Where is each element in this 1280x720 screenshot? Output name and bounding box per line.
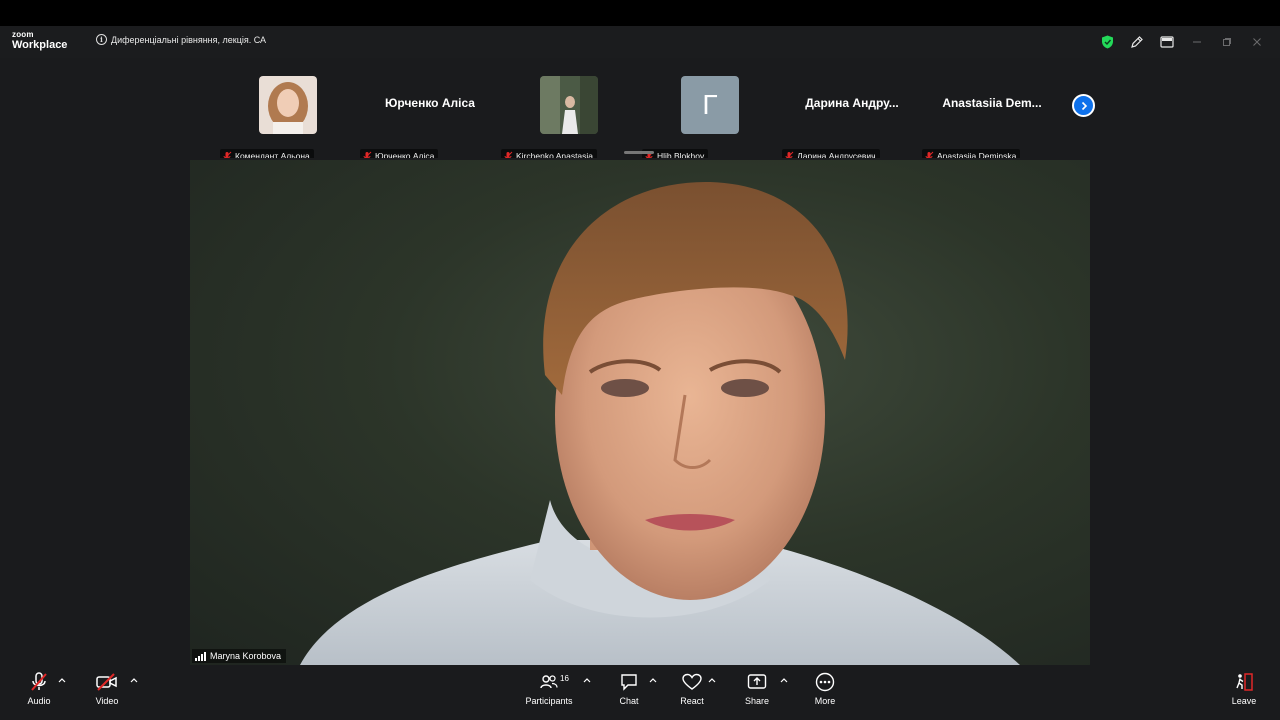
- chevron-right-icon: [1081, 101, 1087, 110]
- video-options-caret[interactable]: [129, 675, 139, 685]
- react-options-caret[interactable]: [707, 675, 717, 685]
- chat-button[interactable]: Chat: [614, 671, 644, 715]
- participant-strip: Комендант Альона Юрченко Аліса Юрченко А…: [0, 58, 1280, 163]
- video-stage: Maryna Korobova: [0, 158, 1280, 665]
- share-options-caret[interactable]: [779, 675, 789, 685]
- meeting-toolbar: Audio Video 16 Participants Chat React S…: [0, 665, 1280, 720]
- shield-icon: [1101, 35, 1113, 49]
- participant-photo: [259, 76, 317, 134]
- participants-options-caret[interactable]: [582, 675, 592, 685]
- info-icon: i: [96, 34, 107, 45]
- chevron-up-icon: [708, 678, 716, 683]
- chat-options-caret[interactable]: [648, 675, 658, 685]
- mic-muted-icon: [30, 671, 48, 693]
- minimize-icon: [1193, 41, 1201, 43]
- video-off-icon: [96, 671, 118, 693]
- meeting-info-button[interactable]: i Диференціальні рівняння, лекція. СА: [96, 34, 266, 45]
- chat-bubble-icon: [620, 671, 638, 693]
- chevron-up-icon: [583, 678, 591, 683]
- participant-tile[interactable]: Kirchenko Anastasia: [501, 76, 601, 163]
- brand-large: Workplace: [12, 39, 68, 51]
- audio-options-caret[interactable]: [57, 675, 67, 685]
- meeting-title: Диференціальні рівняння, лекція. СА: [111, 34, 267, 45]
- share-screen-icon: [747, 671, 767, 693]
- more-button[interactable]: More: [810, 671, 840, 715]
- chevron-up-icon: [649, 678, 657, 683]
- pencil-icon: [1131, 36, 1143, 48]
- leave-button[interactable]: Leave: [1228, 671, 1260, 715]
- participants-button[interactable]: 16 Participants: [522, 671, 576, 715]
- close-button[interactable]: [1242, 26, 1272, 58]
- title-bar: zoom Workplace i Диференціальні рівняння…: [0, 26, 1280, 58]
- chevron-up-icon: [58, 678, 66, 683]
- speaker-name: Maryna Korobova: [210, 651, 282, 661]
- participant-photo: [540, 76, 598, 134]
- participant-tile[interactable]: Anastasiia Dem... Anastasiia Deminska: [922, 76, 1042, 163]
- close-icon: [1253, 38, 1261, 46]
- grid-view-icon: [1160, 36, 1174, 48]
- audio-button[interactable]: Audio: [22, 671, 56, 715]
- participant-tile[interactable]: Г Hlib Blokhov: [642, 76, 742, 163]
- heart-icon: [682, 671, 702, 693]
- maximize-button[interactable]: [1212, 26, 1242, 58]
- brand-small: zoom: [12, 30, 34, 39]
- participants-icon: 16: [522, 671, 576, 693]
- letterbox-top: [0, 0, 1280, 26]
- strip-resize-handle[interactable]: [624, 151, 654, 154]
- minimize-button[interactable]: [1182, 26, 1212, 58]
- video-button[interactable]: Video: [90, 671, 124, 715]
- speaker-name-tag: Maryna Korobova: [192, 649, 287, 663]
- active-speaker-video: Maryna Korobova: [190, 160, 1090, 665]
- participant-name: Юрченко Аліса: [385, 96, 475, 110]
- chevron-up-icon: [780, 678, 788, 683]
- restore-icon: [1223, 38, 1231, 46]
- participant-name: Anastasiia Dem...: [942, 96, 1042, 110]
- participant-tile[interactable]: Дарина Андру... Дарина Андрусевич: [782, 76, 899, 163]
- participant-tile[interactable]: Юрченко Аліса Юрченко Аліса: [360, 76, 475, 163]
- speaker-video-frame: [300, 181, 1020, 665]
- annotate-button[interactable]: [1122, 26, 1152, 58]
- more-dots-icon: [815, 671, 835, 693]
- connection-signal-icon: [195, 651, 206, 661]
- share-button[interactable]: Share: [742, 671, 772, 715]
- view-button[interactable]: [1152, 26, 1182, 58]
- participants-count: 16: [560, 674, 569, 683]
- react-button[interactable]: React: [676, 671, 708, 715]
- zoom-logo: zoom Workplace: [12, 31, 67, 51]
- next-page-button[interactable]: [1072, 94, 1095, 117]
- participant-name: Дарина Андру...: [805, 96, 899, 110]
- participant-tile[interactable]: Комендант Альона: [220, 76, 320, 163]
- leave-door-icon: [1234, 671, 1254, 693]
- encryption-shield-button[interactable]: [1092, 26, 1122, 58]
- participant-initial-avatar: Г: [681, 76, 739, 134]
- chevron-up-icon: [130, 678, 138, 683]
